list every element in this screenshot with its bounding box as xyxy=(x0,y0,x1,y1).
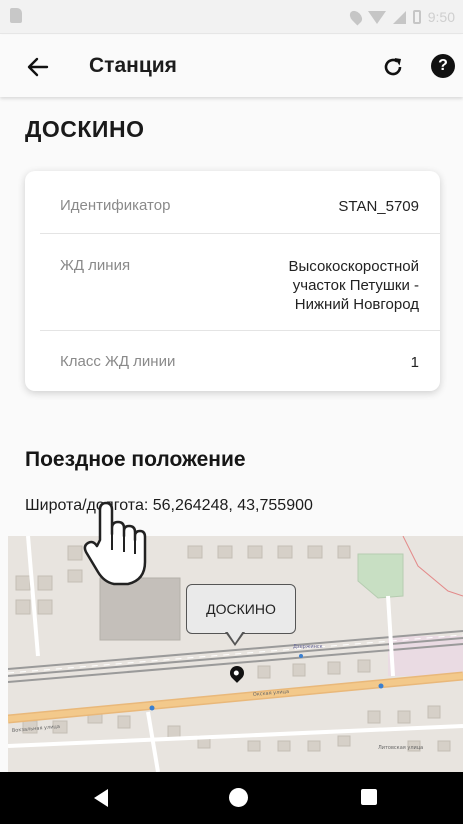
back-button[interactable] xyxy=(22,51,54,83)
info-value: STAN_5709 xyxy=(338,198,419,215)
wifi-icon xyxy=(367,10,386,24)
map-tiles: Вокзальная улица Окская улица Литовская … xyxy=(8,536,463,772)
info-label: ЖД линия xyxy=(60,257,131,274)
divider xyxy=(40,233,440,234)
hand-pointer-icon xyxy=(83,501,147,586)
help-button[interactable]: ? xyxy=(431,54,455,78)
info-label: Идентификатор xyxy=(60,197,171,214)
sim-card-icon xyxy=(10,8,22,23)
info-card: Идентификатор STAN_5709 ЖД линия Высокос… xyxy=(25,171,440,391)
status-icons: 9:50 xyxy=(347,7,455,27)
info-row-rail-line: ЖД линия Высокоскоростной участок Петушк… xyxy=(40,257,425,337)
street-label: Литовская улица xyxy=(378,745,423,751)
info-label: Класс ЖД линии xyxy=(60,353,176,370)
app-bar: Станция ? xyxy=(0,35,463,97)
map-view[interactable]: Вокзальная улица Окская улица Литовская … xyxy=(8,536,463,772)
info-value: Высокоскоростной участок Петушки - Нижни… xyxy=(288,258,419,313)
nav-back-icon[interactable] xyxy=(94,789,108,807)
section-title: Поездное положение xyxy=(25,448,246,471)
screen: 9:50 Станция ? ДОСКИНО Идентификатор STA… xyxy=(0,0,463,824)
street-label: Дзержинск xyxy=(293,644,323,650)
station-name: ДОСКИНО xyxy=(25,116,145,142)
refresh-icon xyxy=(384,58,402,76)
help-icon: ? xyxy=(438,57,448,74)
arrow-left-icon xyxy=(27,57,49,77)
status-bar: 9:50 xyxy=(0,0,463,34)
system-nav-bar xyxy=(0,772,463,824)
signal-icon xyxy=(392,10,406,24)
status-time: 9:50 xyxy=(427,9,455,25)
callout-tail xyxy=(227,631,243,643)
page-title: Станция xyxy=(89,54,177,77)
location-icon xyxy=(347,8,365,26)
battery-icon xyxy=(412,10,421,24)
refresh-button[interactable] xyxy=(378,52,408,82)
coordinates-text[interactable]: Широта/долгота: 56,264248, 43,755900 xyxy=(25,497,313,515)
info-row-identifier: Идентификатор STAN_5709 xyxy=(40,197,425,237)
divider xyxy=(40,330,440,331)
nav-home-icon[interactable] xyxy=(229,788,248,807)
info-value: 1 xyxy=(410,354,419,371)
info-row-line-class: Класс ЖД линии 1 xyxy=(40,353,425,383)
nav-recent-icon[interactable] xyxy=(361,789,377,805)
station-callout[interactable]: ДОСКИНО xyxy=(186,584,296,634)
